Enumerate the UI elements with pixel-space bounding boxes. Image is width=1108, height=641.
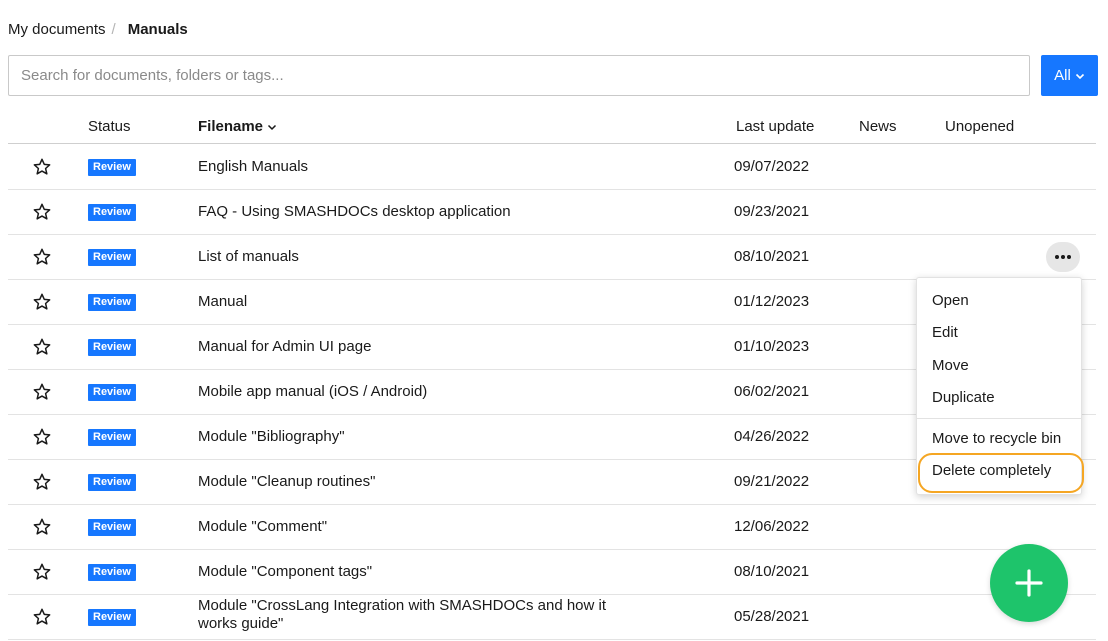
status-badge: Review [88,294,136,311]
breadcrumb: My documents / Manuals [8,20,188,40]
status-badge: Review [88,204,136,221]
plus-icon [1015,569,1043,597]
star-icon[interactable] [32,562,52,582]
last-update-cell: 05/28/2021 [734,608,810,625]
column-header-filename[interactable]: Filename [198,118,277,136]
table-row[interactable]: Review List of manuals 08/10/2021 [8,235,1096,280]
filename-link[interactable]: Module "CrossLang Integration with SMASH… [198,597,648,633]
menu-divider [917,418,1081,419]
status-badge: Review [88,609,136,626]
row-more-actions-button[interactable] [1046,242,1080,272]
status-badge: Review [88,474,136,491]
table-header: Status Filename Last update News Unopene… [8,108,1096,144]
breadcrumb-separator: / [111,21,116,38]
documents-page: My documents / Manuals All Status Filena… [0,0,1108,641]
menu-item-edit[interactable]: Edit [917,318,1081,348]
filename-link[interactable]: FAQ - Using SMASHDOCs desktop applicatio… [198,203,648,221]
status-badge: Review [88,519,136,536]
status-badge: Review [88,339,136,356]
last-update-cell: 09/21/2022 [734,473,810,490]
last-update-cell: 01/12/2023 [734,293,810,310]
last-update-cell: 06/02/2021 [734,383,810,400]
star-icon[interactable] [32,472,52,492]
table-row[interactable]: Review English Manuals 09/07/2022 [8,145,1096,190]
last-update-cell: 09/23/2021 [734,203,810,220]
status-badge: Review [88,564,136,581]
table-row[interactable]: Review FAQ - Using SMASHDOCs desktop app… [8,190,1096,235]
filename-link[interactable]: Module "Component tags" [198,563,648,581]
filename-link[interactable]: Module "Comment" [198,518,648,536]
star-icon[interactable] [32,427,52,447]
column-header-last-update[interactable]: Last update [736,118,814,136]
column-header-filename-label: Filename [198,118,264,135]
sort-chevron-down-icon [268,124,277,131]
star-icon[interactable] [32,517,52,537]
breadcrumb-root-link[interactable]: My documents [8,20,106,40]
filename-link[interactable]: Module "Bibliography" [198,428,648,446]
last-update-cell: 08/10/2021 [734,248,810,265]
filter-label: All [1054,67,1071,84]
filename-link[interactable]: Manual for Admin UI page [198,338,648,356]
search-input[interactable] [8,55,1030,96]
menu-item-delete-completely[interactable]: Delete completely [917,456,1081,486]
filter-dropdown-button[interactable]: All [1041,55,1098,96]
table-row[interactable]: Review Module "CrossLang Integration wit… [8,595,1096,640]
status-badge: Review [88,429,136,446]
star-icon[interactable] [32,607,52,627]
filename-link[interactable]: Mobile app manual (iOS / Android) [198,383,648,401]
last-update-cell: 08/10/2021 [734,563,810,580]
chevron-down-icon [1075,73,1084,79]
table-row[interactable]: Review Module "Component tags" 08/10/202… [8,550,1096,595]
breadcrumb-current: Manuals [127,21,188,38]
column-header-news[interactable]: News [859,118,897,136]
filename-link[interactable]: Module "Cleanup routines" [198,473,648,491]
star-icon[interactable] [32,292,52,312]
last-update-cell: 09/07/2022 [734,158,810,175]
star-icon[interactable] [32,247,52,267]
status-badge: Review [88,159,136,176]
column-header-unopened[interactable]: Unopened [945,118,1014,136]
filename-link[interactable]: Manual [198,293,648,311]
star-icon[interactable] [32,337,52,357]
last-update-cell: 04/26/2022 [734,428,810,445]
star-icon[interactable] [32,157,52,177]
menu-item-move-to-recycle-bin[interactable]: Move to recycle bin [917,424,1081,454]
star-icon[interactable] [32,202,52,222]
status-badge: Review [88,384,136,401]
filename-link[interactable]: English Manuals [198,158,648,176]
status-badge: Review [88,249,136,266]
last-update-cell: 12/06/2022 [734,518,810,535]
last-update-cell: 01/10/2023 [734,338,810,355]
filename-link[interactable]: List of manuals [198,248,648,266]
star-icon[interactable] [32,382,52,402]
menu-item-open[interactable]: Open [917,286,1081,316]
more-horizontal-icon [1055,255,1071,259]
row-context-menu: Open Edit Move Duplicate Move to recycle… [916,277,1082,495]
menu-item-move[interactable]: Move [917,351,1081,381]
column-header-status[interactable]: Status [88,118,131,136]
table-row[interactable]: Review Module "Comment" 12/06/2022 [8,505,1096,550]
menu-item-duplicate[interactable]: Duplicate [917,383,1081,413]
add-new-button[interactable] [990,544,1068,622]
